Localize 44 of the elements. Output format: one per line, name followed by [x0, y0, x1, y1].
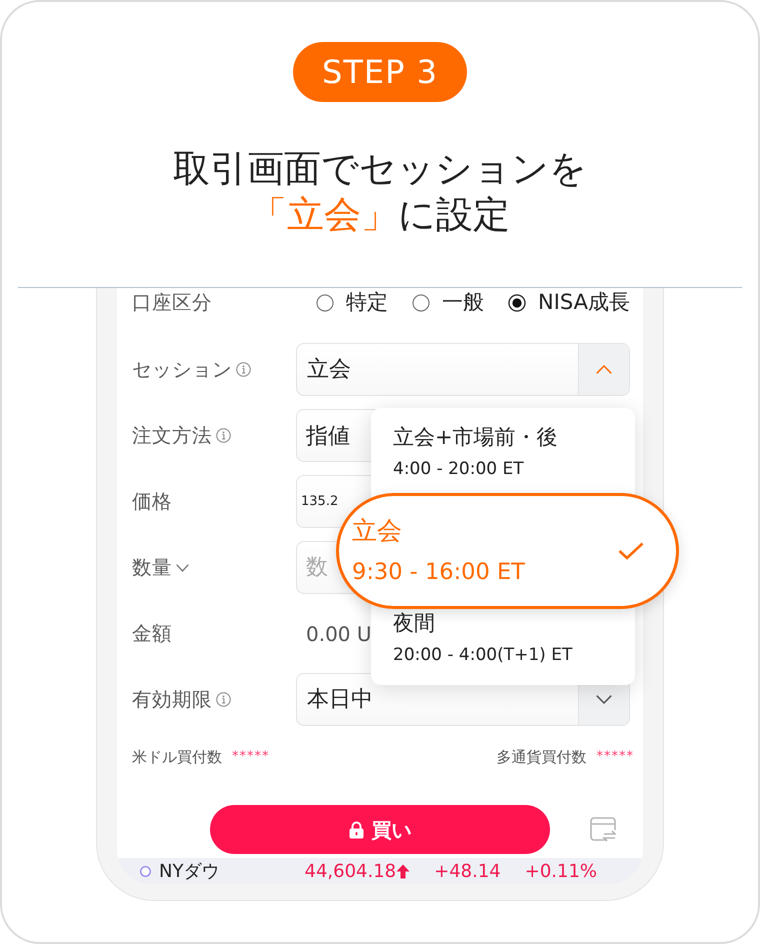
form-label: セッション: [132, 356, 232, 383]
field-value: 本日中: [307, 686, 373, 714]
form-label: 金額: [132, 620, 172, 647]
form-label: 価格: [132, 488, 172, 515]
option-label: 夜間: [393, 610, 436, 636]
info-icon[interactable]: [216, 692, 231, 707]
select-field[interactable]: 立会: [296, 343, 630, 396]
buy-button[interactable]: 買い: [210, 805, 550, 854]
lock-icon: [348, 820, 364, 838]
form-label: 数量: [132, 554, 172, 581]
info-icon[interactable]: [236, 362, 251, 377]
index-change-percent: +0.11%: [524, 860, 597, 884]
radio-option[interactable]: 特定: [316, 288, 388, 319]
form-label: 口座区分: [132, 290, 212, 316]
field-value: 立会: [307, 356, 351, 384]
radio-button[interactable]: [316, 294, 334, 312]
amount-value: 0.00 U: [306, 620, 372, 648]
option-label: 立会: [352, 516, 403, 546]
masked-value: *****: [596, 748, 634, 766]
radio-option[interactable]: 一般: [412, 288, 484, 319]
option-hours: 9:30 - 16:00 ET: [352, 558, 526, 586]
radio-button[interactable]: [412, 294, 430, 312]
circle-icon: [140, 866, 151, 876]
index-change: +48.14: [434, 860, 501, 884]
balance-label: 米ドル買付数: [132, 746, 222, 768]
balance-label: 多通貨買付数: [496, 746, 586, 768]
step-title: 取引画面でセッションを 「立会」に設定: [173, 146, 587, 238]
form-label: 有効期限: [132, 686, 212, 713]
step-badge: STEP 3: [293, 42, 467, 102]
dropdown-toggle[interactable]: [578, 344, 629, 395]
info-icon[interactable]: [216, 428, 231, 443]
option-hours: 4:00 - 20:00 ET: [393, 458, 525, 480]
radio-button[interactable]: [508, 294, 526, 312]
check-icon: [618, 542, 644, 560]
form-label: 注文方法: [132, 422, 212, 449]
index-price: 44,604.18: [304, 860, 396, 884]
index-name: NYダウ: [159, 860, 220, 884]
option-label: 立会+市場前・後: [393, 424, 559, 450]
card-swap-icon[interactable]: [590, 817, 616, 842]
radio-option[interactable]: NISA成長: [508, 288, 630, 319]
dropdown-option[interactable]: 立会+市場前・後 4:00 - 20:00 ET: [371, 408, 635, 492]
chevron-down-icon[interactable]: [176, 564, 189, 572]
masked-value: *****: [232, 748, 270, 766]
option-hours: 20:00 - 4:00(T+1) ET: [393, 644, 574, 666]
